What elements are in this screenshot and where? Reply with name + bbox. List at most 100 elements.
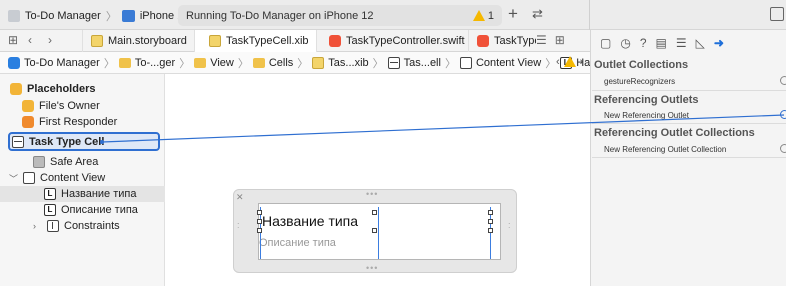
resize-handle[interactable] bbox=[372, 210, 377, 215]
outline-label: Название типа bbox=[61, 188, 137, 200]
editor-options-icon[interactable]: ☰ bbox=[536, 33, 547, 47]
jump-item[interactable]: Tas...ell bbox=[404, 57, 441, 69]
section-divider bbox=[592, 157, 786, 158]
warning-count: 1 bbox=[487, 9, 494, 22]
outlet-connect-circle-icon[interactable] bbox=[780, 144, 786, 153]
safe-area-icon bbox=[33, 156, 45, 168]
forward-button[interactable]: › bbox=[48, 33, 52, 47]
disclosure-open-icon[interactable]: ﹀ bbox=[9, 172, 18, 185]
scene-top-handle-icon: ••• bbox=[366, 189, 379, 199]
add-button[interactable]: + bbox=[508, 4, 518, 24]
resize-handle[interactable] bbox=[257, 228, 262, 233]
view-icon bbox=[459, 56, 472, 69]
tab-label: TaskType bbox=[494, 35, 536, 47]
previous-issue-button[interactable]: ‹ bbox=[556, 56, 560, 68]
identity-inspector-icon[interactable]: ▤ bbox=[656, 36, 667, 50]
storyboard-icon bbox=[91, 35, 103, 47]
warning-icon bbox=[472, 10, 485, 21]
cell-icon bbox=[12, 136, 24, 148]
code-review-icon[interactable]: ⇄ bbox=[532, 6, 543, 22]
folder-icon bbox=[252, 57, 265, 68]
outline-files-owner[interactable]: File's Owner bbox=[22, 98, 100, 114]
outline-label: Constraints bbox=[64, 220, 120, 232]
history-inspector-icon[interactable]: ◷ bbox=[620, 36, 630, 50]
folder-icon bbox=[118, 57, 131, 68]
gesture-recognizers-outlet: gestureRecognizers bbox=[604, 77, 676, 86]
file-inspector-icon[interactable]: ▢ bbox=[600, 36, 611, 50]
outlet-connect-circle-icon[interactable] bbox=[780, 110, 786, 119]
xib-icon bbox=[209, 35, 221, 47]
xib-icon bbox=[312, 56, 325, 69]
scene-left-handle-icon: : bbox=[237, 220, 240, 230]
toggle-inspector-icon[interactable] bbox=[770, 7, 784, 21]
outline-safe-area[interactable]: Safe Area bbox=[33, 154, 98, 170]
project-icon bbox=[8, 9, 20, 22]
outline-label: Placeholders bbox=[27, 83, 96, 95]
jump-item[interactable]: View bbox=[210, 57, 234, 69]
tab-tasktypecell-xib[interactable]: TaskTypeCell.xib bbox=[194, 30, 316, 52]
chevron-right-icon: 〉 bbox=[105, 10, 117, 23]
resize-handle[interactable] bbox=[372, 228, 377, 233]
section-divider bbox=[592, 123, 786, 124]
new-referencing-outlet-collection: New Referencing Outlet Collection bbox=[604, 145, 727, 154]
grid-icon[interactable]: ⊞ bbox=[8, 33, 18, 47]
constraints-icon bbox=[47, 220, 59, 232]
resize-handle[interactable] bbox=[488, 210, 493, 215]
outline-task-type-cell[interactable]: Task Type Cell bbox=[12, 134, 104, 150]
chevron-right-icon: 〉 bbox=[179, 57, 191, 70]
outlet-connect-circle-icon[interactable] bbox=[780, 76, 786, 85]
jump-item[interactable]: Cells bbox=[269, 57, 293, 69]
tab-tasktype[interactable]: TaskType bbox=[468, 30, 536, 52]
outline-label: Описание типа bbox=[61, 204, 138, 216]
jump-item[interactable]: Tas...xib bbox=[328, 57, 368, 69]
swift-icon bbox=[329, 35, 341, 47]
close-scene-icon[interactable]: ✕ bbox=[236, 192, 244, 203]
issue-navigator: ‹ › bbox=[556, 56, 583, 68]
tab-label: TaskTypeCell.xib bbox=[226, 35, 309, 47]
outline-label-title[interactable]: L Название типа bbox=[0, 186, 165, 202]
tab-tasktypecontroller-swift[interactable]: TaskTypeController.swift bbox=[316, 30, 468, 52]
next-issue-button[interactable]: › bbox=[580, 56, 584, 68]
selection-guide-right bbox=[378, 207, 379, 259]
referencing-outlet-collections-header: Referencing Outlet Collections bbox=[594, 127, 755, 139]
quick-help-icon[interactable]: ? bbox=[640, 36, 647, 50]
activity-status-text: Running To-Do Manager on iPhone 12 bbox=[186, 9, 374, 22]
cell-content-view[interactable] bbox=[258, 203, 501, 260]
outline-constraints[interactable]: › Constraints bbox=[33, 218, 120, 234]
back-button[interactable]: ‹ bbox=[28, 33, 32, 47]
label-icon: L bbox=[44, 204, 56, 216]
disclosure-closed-icon[interactable]: › bbox=[33, 221, 42, 231]
scene-bottom-handle-icon: ••• bbox=[366, 263, 379, 273]
jump-bar: To-Do Manager 〉 To-...ger 〉 View 〉 Cells… bbox=[0, 52, 652, 74]
jump-item[interactable]: To-Do Manager bbox=[24, 57, 100, 69]
warning-icon[interactable] bbox=[563, 56, 576, 67]
device-icon bbox=[121, 9, 135, 22]
warning-badge[interactable]: 1 bbox=[472, 9, 494, 22]
new-referencing-outlet: New Referencing Outlet bbox=[604, 111, 689, 120]
connections-inspector-icon[interactable]: ➜ bbox=[714, 36, 724, 50]
chevron-right-icon: 〉 bbox=[237, 57, 249, 70]
outline-placeholders[interactable]: Placeholders bbox=[10, 81, 95, 97]
referencing-outlets-header: Referencing Outlets bbox=[594, 94, 699, 106]
folder-icon bbox=[194, 57, 207, 68]
jump-item[interactable]: Content View bbox=[476, 57, 541, 69]
resize-handle[interactable] bbox=[257, 219, 262, 224]
attributes-inspector-icon[interactable]: ☰ bbox=[676, 36, 687, 50]
outlet-collections-header: Outlet Collections bbox=[594, 59, 689, 71]
outline-first-responder[interactable]: First Responder bbox=[22, 114, 117, 130]
cell-subtitle-label[interactable]: Описание типа bbox=[259, 237, 336, 249]
resize-handle[interactable] bbox=[488, 228, 493, 233]
outline-content-view[interactable]: ﹀ Content View bbox=[9, 170, 105, 186]
tab-main-storyboard[interactable]: Main.storyboard bbox=[82, 30, 194, 52]
first-responder-icon bbox=[22, 116, 34, 128]
resize-handle[interactable] bbox=[488, 219, 493, 224]
outline-label-desc[interactable]: L Описание типа bbox=[44, 202, 138, 218]
chevron-right-icon: 〉 bbox=[545, 57, 557, 70]
scheme-selector[interactable]: To-Do Manager 〉 iPhone 12 bbox=[8, 6, 189, 25]
jump-item[interactable]: To-...ger bbox=[135, 57, 175, 69]
size-inspector-icon[interactable]: ◺ bbox=[696, 36, 705, 50]
resize-handle[interactable] bbox=[257, 210, 262, 215]
window-toolbar: To-Do Manager 〉 iPhone 12 Running To-Do … bbox=[0, 0, 786, 30]
add-editor-icon[interactable]: ⊞ bbox=[555, 33, 565, 47]
cell-title-label[interactable]: Название типа bbox=[262, 213, 358, 229]
